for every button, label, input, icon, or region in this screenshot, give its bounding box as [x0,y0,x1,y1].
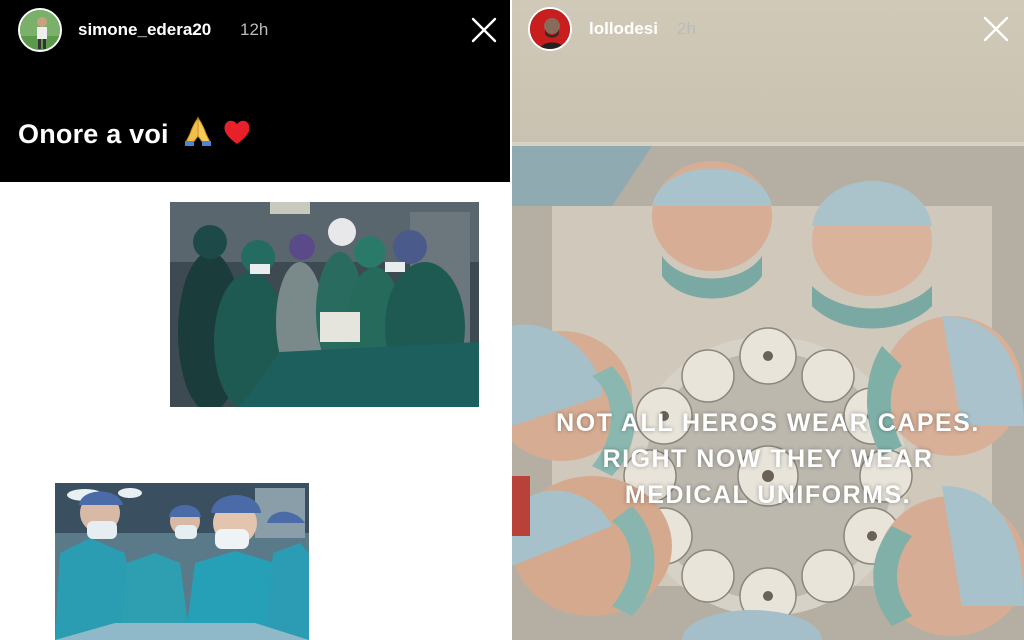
overlay-line-1: NOT ALL HEROS WEAR CAPES. [556,409,980,437]
story-left: simone_edera20 12h Onore a voi [0,0,510,640]
heart-icon [222,118,252,153]
username[interactable]: lollodesi [589,19,658,39]
avatar[interactable] [18,8,62,52]
praying-hands-icon [182,116,214,153]
story-caption: Onore a voi [18,116,252,153]
close-icon[interactable] [981,14,1011,44]
story-header-right: lollodesi 2h [512,0,1024,142]
instagram-stories-comparison: simone_edera20 12h Onore a voi lollodesi… [0,0,1024,640]
surgeons-looking-down-photo: NOT ALL HEROS WEAR CAPES. RIGHT NOW THEY… [512,146,1024,640]
avatar[interactable] [528,7,572,51]
overlay-line-2: RIGHT NOW THEY WEAR [602,445,934,473]
overlay-line-3: MEDICAL UNIFORMS. [624,481,912,509]
caption-text: Onore a voi [18,119,169,149]
timestamp: 12h [240,20,269,39]
story-header-left: simone_edera20 12h Onore a voi [0,0,510,182]
username[interactable]: simone_edera20 [78,20,211,40]
surgeons-masks-photo [55,483,309,640]
story-right: lollodesi 2h NOT ALL HEROS WEAR CAPES. R… [512,0,1024,640]
surgical-team-photo [170,202,479,407]
close-icon[interactable] [469,15,499,45]
timestamp: 2h [677,19,696,38]
